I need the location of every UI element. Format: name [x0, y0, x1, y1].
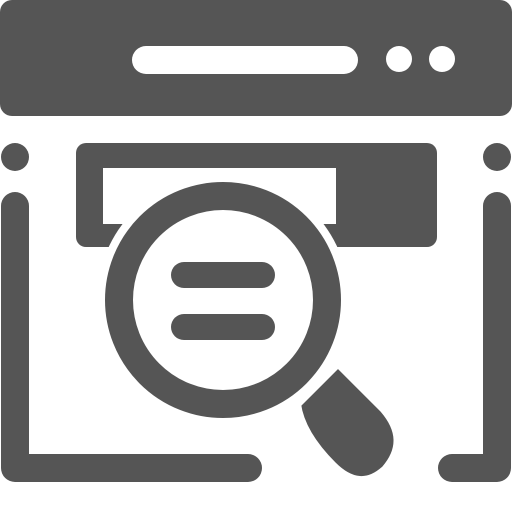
frame-dot-left	[1, 143, 29, 171]
window-dot-icon	[386, 46, 412, 72]
magnifying-glass-icon	[105, 182, 341, 418]
address-bar	[132, 46, 358, 74]
browser-frame-right	[438, 192, 511, 482]
frame-dot-right	[483, 143, 511, 171]
web-search-icon	[0, 0, 512, 512]
web-search-svg	[0, 0, 512, 487]
window-dot-icon	[429, 46, 455, 72]
